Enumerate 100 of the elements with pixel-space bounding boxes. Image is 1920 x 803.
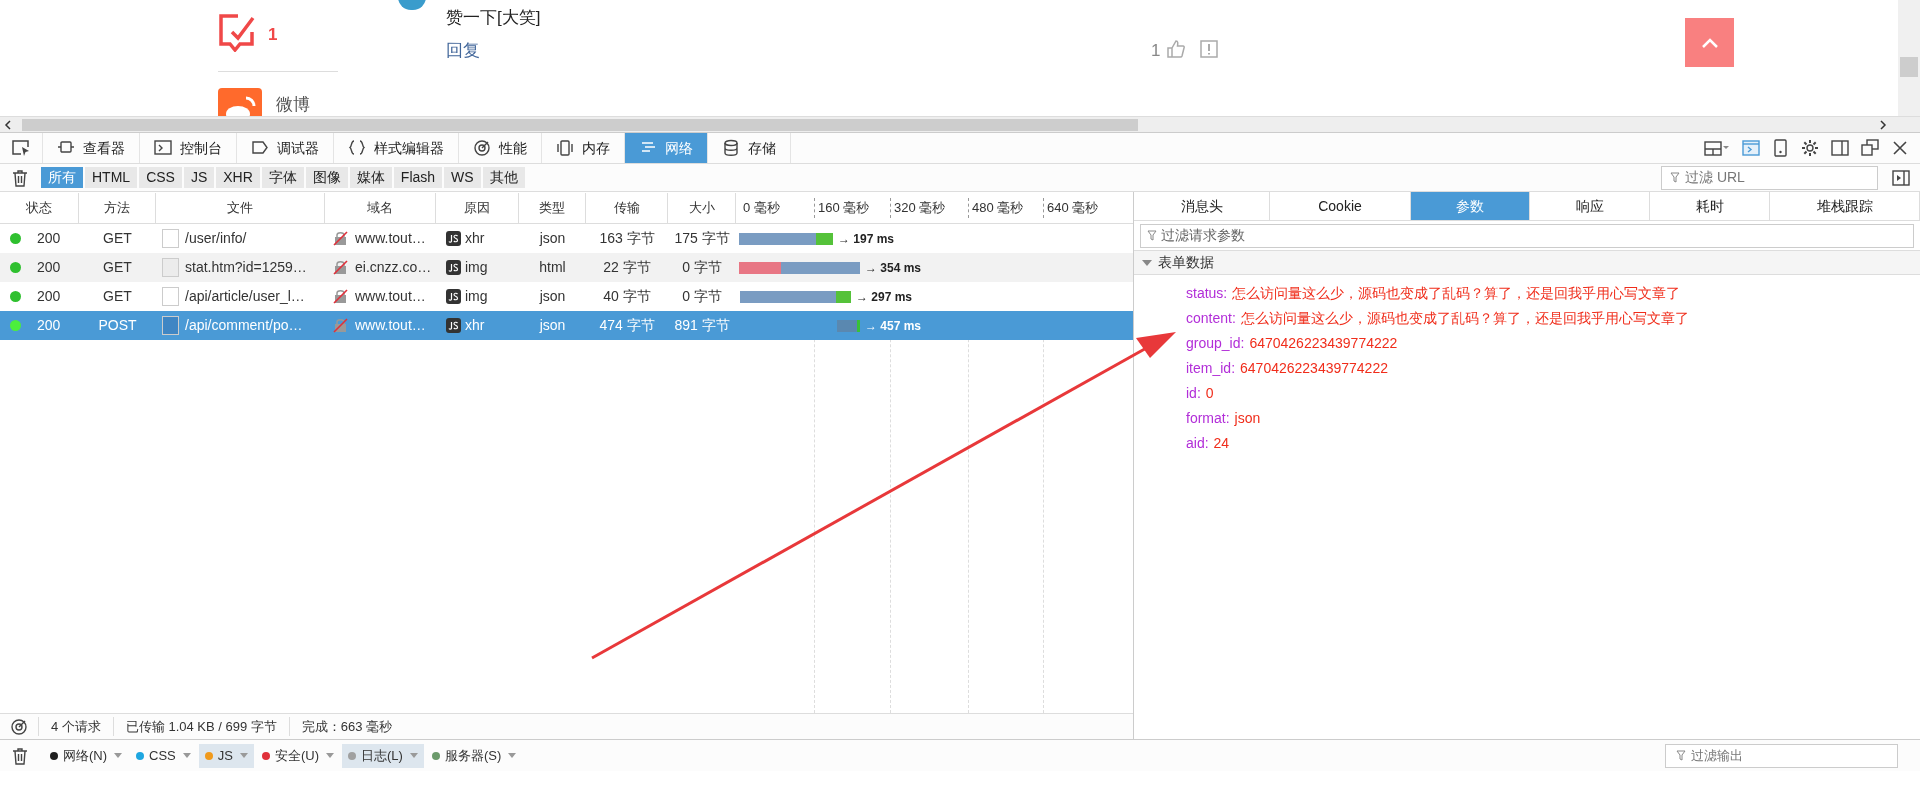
scroll-left-icon[interactable] <box>3 119 13 130</box>
element-picker-icon[interactable] <box>11 139 31 157</box>
column-header[interactable]: 状态 <box>26 198 52 218</box>
console-filter-button[interactable]: CSS <box>130 743 197 768</box>
timeline-tick: 160 毫秒 <box>814 198 870 218</box>
vertical-scrollbar[interactable] <box>1898 0 1920 116</box>
param-line: id: 0 <box>1185 384 1215 403</box>
column-header[interactable]: 文件 <box>227 198 253 218</box>
details-tab[interactable]: 消息头 <box>1134 192 1270 220</box>
request-row[interactable]: 200 GET stat.htm?id=1259… ei.cnzz.co… img html 22 字节 0 字节 → 354 ms <box>0 253 1133 282</box>
close-icon[interactable] <box>1890 139 1910 157</box>
insecure-lock-icon <box>333 289 348 304</box>
filter-button[interactable]: JS <box>183 167 215 188</box>
caret-icon <box>508 753 517 758</box>
terminal-icon <box>154 139 172 157</box>
table-cell-text: /api/article/user_l… <box>185 287 305 306</box>
reply-link[interactable]: 回复 <box>446 38 480 64</box>
table-cell-text: xhr <box>465 316 485 335</box>
expand-triangle-icon[interactable] <box>1142 258 1152 267</box>
timeline-tick: 480 毫秒 <box>968 198 1024 218</box>
devtools-tab[interactable]: 性能 <box>458 133 541 163</box>
summary-text: 完成：663 毫秒 <box>288 716 405 737</box>
table-cell-text: ei.cnzz.co… <box>355 258 432 277</box>
tag-icon <box>251 139 269 157</box>
database-icon <box>722 139 740 157</box>
column-header[interactable]: 类型 <box>539 198 565 218</box>
table-cell-text: 474 字节 <box>599 316 655 335</box>
table-cell-text: 200 <box>37 229 61 248</box>
column-header[interactable]: 域名 <box>367 198 393 218</box>
file-thumbnail-icon <box>162 229 179 248</box>
filter-params-field[interactable]: 过滤请求参数 <box>1140 223 1914 248</box>
filter-output-field[interactable]: 过滤输出 <box>1665 743 1898 768</box>
scroll-right-icon[interactable] <box>1878 119 1888 130</box>
param-line: item_id: 6470426223439774222 <box>1185 359 1389 378</box>
column-header[interactable]: 大小 <box>688 198 715 218</box>
settings-icon[interactable] <box>1800 139 1820 157</box>
js-badge-icon <box>446 260 461 275</box>
column-header[interactable]: 传输 <box>613 198 640 218</box>
console-icon[interactable] <box>1740 139 1760 157</box>
trash-icon[interactable] <box>12 168 28 187</box>
console-filter-button[interactable]: 服务器(S) <box>425 743 523 768</box>
comment-edit-icon[interactable] <box>218 12 256 52</box>
devtools-tab[interactable]: 存储 <box>707 133 790 163</box>
table-cell-text: 200 <box>37 316 61 335</box>
param-line: format: json <box>1185 409 1262 428</box>
filter-button[interactable]: 字体 <box>261 167 304 188</box>
console-filter-button[interactable]: 安全(U) <box>255 743 340 768</box>
details-tab[interactable]: 响应 <box>1530 192 1650 220</box>
timeline-tick: 640 毫秒 <box>1043 198 1099 218</box>
filter-button[interactable]: Flash <box>393 167 443 188</box>
console-filter-button[interactable]: JS <box>198 743 254 768</box>
table-cell-text: /user/info/ <box>185 229 247 248</box>
performance-icon[interactable] <box>10 717 28 736</box>
devtools-tab[interactable]: 调试器 <box>236 133 333 163</box>
filter-button[interactable]: XHR <box>216 167 260 188</box>
scrollbar-thumb[interactable] <box>1900 57 1918 77</box>
layout-icon[interactable] <box>1704 139 1730 157</box>
devtools-tab[interactable]: 样式编辑器 <box>333 133 458 163</box>
insecure-lock-icon <box>333 318 348 333</box>
console-filter-button[interactable]: 网络(N) <box>44 743 129 768</box>
table-cell-text: www.tout… <box>355 229 426 248</box>
timeline-tick: 0 毫秒 <box>742 199 780 218</box>
caret-icon <box>409 753 418 758</box>
caret-icon <box>239 753 248 758</box>
file-thumbnail-icon <box>162 287 179 306</box>
column-header[interactable]: 方法 <box>104 198 130 218</box>
table-cell-text: 200 <box>37 287 61 306</box>
console-filter-button[interactable]: 日志(L) <box>342 743 424 768</box>
filter-button[interactable]: WS <box>444 167 481 188</box>
table-cell-text: stat.htm?id=1259… <box>185 258 307 277</box>
filter-button[interactable]: 其他 <box>482 167 525 188</box>
sidebar-icon[interactable] <box>1830 139 1850 157</box>
comment-text: 赞一下[大笑] <box>446 7 541 29</box>
separate-window-icon[interactable] <box>1860 139 1880 157</box>
filter-button[interactable]: 图像 <box>305 167 348 188</box>
panel-toggle-icon[interactable] <box>1892 169 1910 186</box>
table-cell-text: xhr <box>465 229 485 248</box>
thumbs-up-icon[interactable] <box>1166 39 1186 59</box>
column-header[interactable]: 原因 <box>464 198 490 218</box>
devtools-tab[interactable]: 查看器 <box>42 133 139 163</box>
filter-button[interactable]: CSS <box>139 167 182 188</box>
js-badge-icon <box>446 231 461 246</box>
details-tab[interactable]: 耗时 <box>1650 192 1770 220</box>
table-cell-text: img <box>465 258 488 277</box>
file-thumbnail-icon <box>162 258 179 277</box>
filter-button[interactable]: 媒体 <box>349 167 392 188</box>
table-cell-text: 163 字节 <box>599 229 655 248</box>
table-cell-text: 175 字节 <box>674 229 730 248</box>
table-cell-text: /api/comment/po… <box>185 316 303 335</box>
details-tab[interactable]: 堆栈跟踪 <box>1770 192 1920 220</box>
table-cell-text: www.tout… <box>355 287 426 306</box>
scrollbar-thumb[interactable] <box>22 118 1138 131</box>
filter-button[interactable]: HTML <box>85 167 138 188</box>
js-badge-icon <box>446 289 461 304</box>
trash-icon[interactable] <box>12 746 28 765</box>
devtools-tab[interactable]: 控制台 <box>139 133 236 163</box>
param-line: status: 怎么访问量这么少，源码也变成了乱码？算了，还是回我乎用心写文章了 <box>1185 284 1682 303</box>
filter-url-field[interactable]: 过滤 URL <box>1661 165 1878 190</box>
table-cell-text: GET <box>103 258 132 277</box>
param-line: content: 怎么访问量这么少，源码也变成了乱码？算了，还是回我乎用心写文章了 <box>1185 309 1690 328</box>
